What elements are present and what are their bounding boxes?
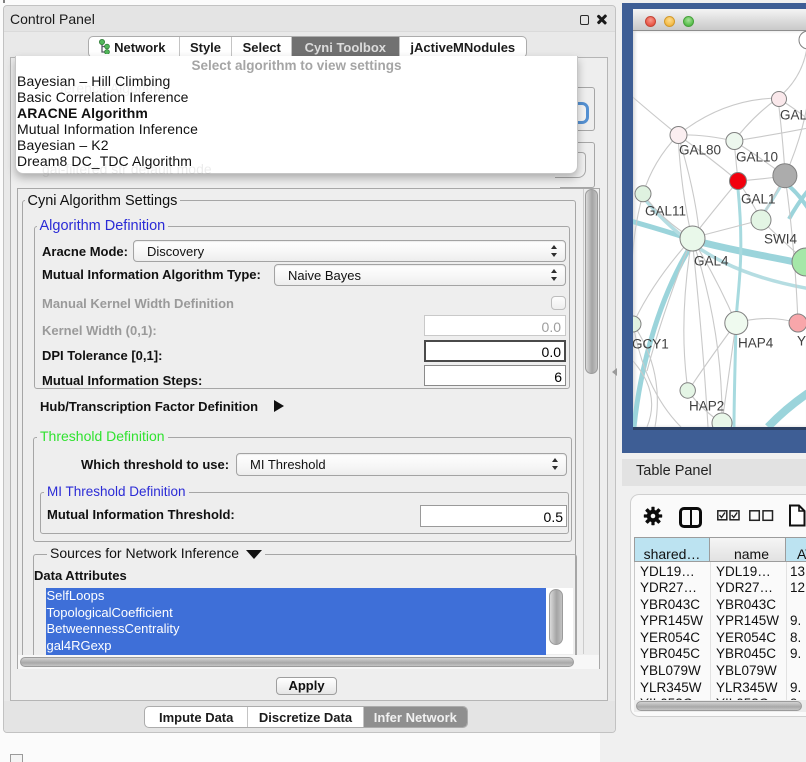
svg-text:GAL10: GAL10 (736, 150, 778, 165)
svg-text:GAL8: GAL8 (780, 108, 806, 123)
svg-text:HAP4: HAP4 (738, 336, 774, 351)
svg-text:GAL4: GAL4 (694, 254, 729, 269)
svg-text:GAL11: GAL11 (645, 204, 686, 219)
svg-text:HAP2: HAP2 (689, 399, 724, 414)
svg-text:SWI4: SWI4 (764, 232, 797, 247)
svg-text:GAL1: GAL1 (741, 192, 776, 207)
svg-text:GAL80: GAL80 (679, 143, 721, 158)
svg-text:Y: Y (797, 334, 806, 349)
svg-text:GCY1: GCY1 (633, 337, 669, 352)
